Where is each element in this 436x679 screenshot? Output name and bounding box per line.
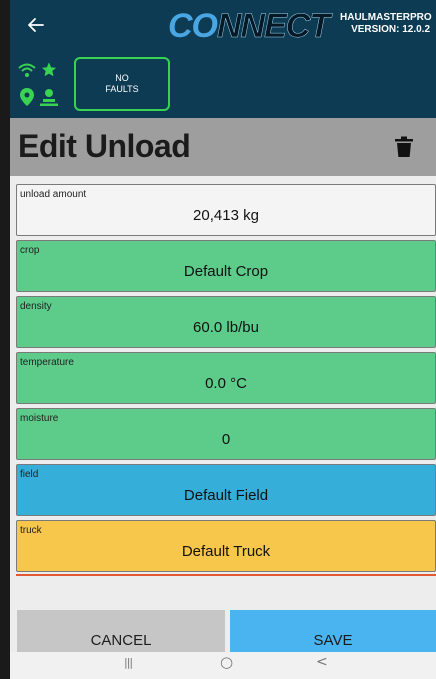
field-value: 0.0 °C bbox=[205, 375, 247, 392]
field-unload-amount[interactable]: unload amount 20,413 kg bbox=[16, 184, 436, 236]
field-value: Default Field bbox=[183, 487, 269, 504]
back-nav-icon[interactable]: < bbox=[316, 654, 328, 670]
home-icon[interactable]: ○ bbox=[220, 653, 233, 671]
nav-bar-row: ||| ○ < bbox=[10, 652, 436, 679]
unload-fields-list[interactable]: unload amount 20,413 kg crop Default Cro… bbox=[10, 176, 436, 606]
field-label: crop bbox=[20, 245, 40, 256]
field-label: moisture bbox=[20, 413, 59, 424]
person-icon bbox=[40, 89, 58, 106]
field-label: unload amount bbox=[20, 189, 87, 200]
status-icons bbox=[18, 60, 64, 110]
location-pin-icon bbox=[20, 88, 34, 106]
field-density[interactable]: density 60.0 lb/bu bbox=[16, 296, 436, 348]
field-field[interactable]: field Default Field bbox=[16, 464, 436, 516]
wifi-icon bbox=[18, 63, 36, 77]
version-label: VERSION: 12.0.2 bbox=[351, 24, 430, 35]
fault-line-1: NO bbox=[115, 73, 129, 83]
page-header: Edit Unload bbox=[10, 118, 436, 176]
field-value: Default Truck bbox=[181, 543, 271, 560]
trash-icon[interactable] bbox=[394, 136, 414, 158]
field-value: 0 bbox=[221, 431, 231, 448]
field-crop[interactable]: crop Default Crop bbox=[16, 240, 436, 292]
field-label: truck bbox=[20, 525, 42, 536]
back-arrow-icon[interactable] bbox=[24, 13, 48, 37]
field-value: 20,413 kg bbox=[193, 207, 259, 224]
field-value: 60.0 lb/bu bbox=[193, 319, 259, 336]
field-moisture[interactable]: moisture 0 bbox=[16, 408, 436, 460]
recents-icon[interactable]: ||| bbox=[124, 656, 133, 669]
device-frame: CONNECT HAULMASTERPRO VERSION: 12.0.2 NO… bbox=[0, 0, 436, 679]
fault-line-2: FAULTS bbox=[105, 84, 139, 94]
connect-logo: CONNECT bbox=[168, 7, 330, 46]
field-label: field bbox=[20, 469, 39, 480]
product-name: HAULMASTERPRO bbox=[340, 12, 432, 23]
fault-status-button[interactable]: NO FAULTS bbox=[74, 57, 170, 111]
field-truck[interactable]: truck Default Truck bbox=[16, 520, 436, 572]
app-screen: CONNECT HAULMASTERPRO VERSION: 12.0.2 NO… bbox=[10, 0, 436, 679]
star-icon bbox=[41, 62, 57, 77]
page-title: Edit Unload bbox=[18, 128, 191, 164]
field-temperature[interactable]: temperature 0.0 °C bbox=[16, 352, 436, 404]
next-field-peek bbox=[16, 574, 436, 580]
field-label: temperature bbox=[20, 357, 74, 368]
top-bar: CONNECT HAULMASTERPRO VERSION: 12.0.2 bbox=[10, 0, 436, 52]
status-bar: NO FAULTS bbox=[10, 52, 436, 118]
field-label: density bbox=[20, 301, 52, 312]
field-value: Default Crop bbox=[183, 263, 269, 280]
version-info: HAULMASTERPRO VERSION: 12.0.2 bbox=[340, 12, 432, 36]
